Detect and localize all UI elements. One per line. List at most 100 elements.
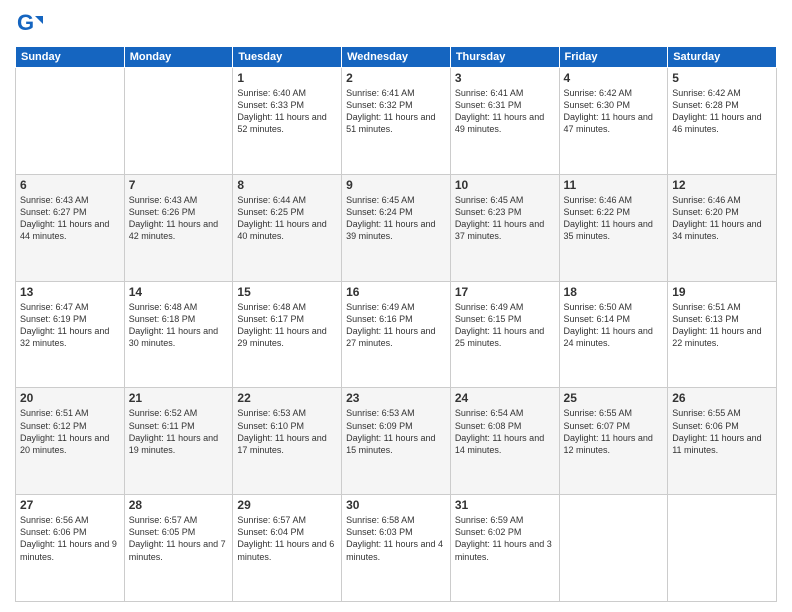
day-detail: Sunrise: 6:50 AM Sunset: 6:14 PM Dayligh… xyxy=(564,301,664,350)
day-cell: 6Sunrise: 6:43 AM Sunset: 6:27 PM Daylig… xyxy=(16,174,125,281)
day-number: 19 xyxy=(672,285,772,299)
day-cell: 24Sunrise: 6:54 AM Sunset: 6:08 PM Dayli… xyxy=(450,388,559,495)
day-detail: Sunrise: 6:51 AM Sunset: 6:12 PM Dayligh… xyxy=(20,407,120,456)
day-cell xyxy=(668,495,777,602)
day-number: 20 xyxy=(20,391,120,405)
day-number: 10 xyxy=(455,178,555,192)
day-detail: Sunrise: 6:52 AM Sunset: 6:11 PM Dayligh… xyxy=(129,407,229,456)
weekday-header-monday: Monday xyxy=(124,47,233,68)
day-number: 12 xyxy=(672,178,772,192)
day-detail: Sunrise: 6:41 AM Sunset: 6:31 PM Dayligh… xyxy=(455,87,555,136)
day-detail: Sunrise: 6:43 AM Sunset: 6:26 PM Dayligh… xyxy=(129,194,229,243)
day-number: 8 xyxy=(237,178,337,192)
day-detail: Sunrise: 6:45 AM Sunset: 6:23 PM Dayligh… xyxy=(455,194,555,243)
day-number: 2 xyxy=(346,71,446,85)
day-number: 30 xyxy=(346,498,446,512)
day-cell: 28Sunrise: 6:57 AM Sunset: 6:05 PM Dayli… xyxy=(124,495,233,602)
day-number: 11 xyxy=(564,178,664,192)
day-detail: Sunrise: 6:41 AM Sunset: 6:32 PM Dayligh… xyxy=(346,87,446,136)
day-cell: 7 Sunrise: 6:43 AM Sunset: 6:26 PM Daylig… xyxy=(124,174,233,281)
day-number: 31 xyxy=(455,498,555,512)
svg-text:G: G xyxy=(17,10,34,35)
day-cell: 22 Sunrise: 6:53 AM Sunset: 6:10 PM Dayli… xyxy=(233,388,342,495)
day-cell: 19 Sunrise: 6:51 AM Sunset: 6:13 PM Dayli… xyxy=(668,281,777,388)
day-number: 17 xyxy=(455,285,555,299)
day-detail: Sunrise: 6:45 AM Sunset: 6:24 PM Dayligh… xyxy=(346,194,446,243)
day-detail: Sunrise: 6:53 AM Sunset: 6:10 PM Dayligh… xyxy=(237,407,337,456)
day-detail: Sunrise: 6:42 AM Sunset: 6:28 PM Dayligh… xyxy=(672,87,772,136)
day-cell: 17Sunrise: 6:49 AM Sunset: 6:15 PM Dayli… xyxy=(450,281,559,388)
day-cell: 5 Sunrise: 6:42 AM Sunset: 6:28 PM Daylig… xyxy=(668,68,777,175)
day-cell: 8 Sunrise: 6:44 AM Sunset: 6:25 PM Daylig… xyxy=(233,174,342,281)
day-cell: 25 Sunrise: 6:55 AM Sunset: 6:07 PM Dayli… xyxy=(559,388,668,495)
day-cell: 21 Sunrise: 6:52 AM Sunset: 6:11 PM Dayli… xyxy=(124,388,233,495)
week-row-2: 6Sunrise: 6:43 AM Sunset: 6:27 PM Daylig… xyxy=(16,174,777,281)
day-number: 1 xyxy=(237,71,337,85)
day-number: 9 xyxy=(346,178,446,192)
day-cell: 23 Sunrise: 6:53 AM Sunset: 6:09 PM Dayli… xyxy=(342,388,451,495)
day-detail: Sunrise: 6:57 AM Sunset: 6:05 PM Dayligh… xyxy=(129,514,229,563)
calendar-page: G SundayMondayTuesdayWednesdayThursdayFr… xyxy=(0,0,792,612)
day-detail: Sunrise: 6:57 AM Sunset: 6:04 PM Dayligh… xyxy=(237,514,337,563)
day-detail: Sunrise: 6:54 AM Sunset: 6:08 PM Dayligh… xyxy=(455,407,555,456)
day-number: 15 xyxy=(237,285,337,299)
day-cell: 20 Sunrise: 6:51 AM Sunset: 6:12 PM Dayli… xyxy=(16,388,125,495)
day-number: 21 xyxy=(129,391,229,405)
logo-icon: G xyxy=(15,10,43,38)
day-number: 5 xyxy=(672,71,772,85)
day-detail: Sunrise: 6:44 AM Sunset: 6:25 PM Dayligh… xyxy=(237,194,337,243)
weekday-header-wednesday: Wednesday xyxy=(342,47,451,68)
day-number: 13 xyxy=(20,285,120,299)
day-detail: Sunrise: 6:51 AM Sunset: 6:13 PM Dayligh… xyxy=(672,301,772,350)
day-detail: Sunrise: 6:55 AM Sunset: 6:07 PM Dayligh… xyxy=(564,407,664,456)
day-number: 4 xyxy=(564,71,664,85)
week-row-4: 20 Sunrise: 6:51 AM Sunset: 6:12 PM Dayli… xyxy=(16,388,777,495)
weekday-header-friday: Friday xyxy=(559,47,668,68)
day-cell: 1 Sunrise: 6:40 AM Sunset: 6:33 PM Daylig… xyxy=(233,68,342,175)
day-detail: Sunrise: 6:48 AM Sunset: 6:18 PM Dayligh… xyxy=(129,301,229,350)
day-cell: 16Sunrise: 6:49 AM Sunset: 6:16 PM Dayli… xyxy=(342,281,451,388)
day-detail: Sunrise: 6:59 AM Sunset: 6:02 PM Dayligh… xyxy=(455,514,555,563)
day-cell: 11 Sunrise: 6:46 AM Sunset: 6:22 PM Dayli… xyxy=(559,174,668,281)
day-number: 29 xyxy=(237,498,337,512)
week-row-5: 27Sunrise: 6:56 AM Sunset: 6:06 PM Dayli… xyxy=(16,495,777,602)
day-cell: 15 Sunrise: 6:48 AM Sunset: 6:17 PM Dayli… xyxy=(233,281,342,388)
day-cell: 2 Sunrise: 6:41 AM Sunset: 6:32 PM Daylig… xyxy=(342,68,451,175)
weekday-header-saturday: Saturday xyxy=(668,47,777,68)
weekday-header-tuesday: Tuesday xyxy=(233,47,342,68)
day-cell: 10 Sunrise: 6:45 AM Sunset: 6:23 PM Dayli… xyxy=(450,174,559,281)
day-number: 3 xyxy=(455,71,555,85)
day-detail: Sunrise: 6:42 AM Sunset: 6:30 PM Dayligh… xyxy=(564,87,664,136)
day-number: 23 xyxy=(346,391,446,405)
day-cell xyxy=(16,68,125,175)
day-cell: 13 Sunrise: 6:47 AM Sunset: 6:19 PM Dayli… xyxy=(16,281,125,388)
day-cell: 29 Sunrise: 6:57 AM Sunset: 6:04 PM Dayli… xyxy=(233,495,342,602)
day-detail: Sunrise: 6:46 AM Sunset: 6:22 PM Dayligh… xyxy=(564,194,664,243)
day-number: 22 xyxy=(237,391,337,405)
day-number: 26 xyxy=(672,391,772,405)
day-number: 7 xyxy=(129,178,229,192)
day-detail: Sunrise: 6:56 AM Sunset: 6:06 PM Dayligh… xyxy=(20,514,120,563)
day-detail: Sunrise: 6:58 AM Sunset: 6:03 PM Dayligh… xyxy=(346,514,446,563)
logo: G xyxy=(15,10,47,38)
weekday-header-sunday: Sunday xyxy=(16,47,125,68)
day-detail: Sunrise: 6:46 AM Sunset: 6:20 PM Dayligh… xyxy=(672,194,772,243)
day-number: 16 xyxy=(346,285,446,299)
day-detail: Sunrise: 6:48 AM Sunset: 6:17 PM Dayligh… xyxy=(237,301,337,350)
day-cell: 9 Sunrise: 6:45 AM Sunset: 6:24 PM Daylig… xyxy=(342,174,451,281)
day-detail: Sunrise: 6:43 AM Sunset: 6:27 PM Dayligh… xyxy=(20,194,120,243)
weekday-header-thursday: Thursday xyxy=(450,47,559,68)
day-number: 25 xyxy=(564,391,664,405)
day-detail: Sunrise: 6:53 AM Sunset: 6:09 PM Dayligh… xyxy=(346,407,446,456)
day-cell xyxy=(559,495,668,602)
day-cell: 27Sunrise: 6:56 AM Sunset: 6:06 PM Dayli… xyxy=(16,495,125,602)
week-row-1: 1 Sunrise: 6:40 AM Sunset: 6:33 PM Daylig… xyxy=(16,68,777,175)
day-cell: 30 Sunrise: 6:58 AM Sunset: 6:03 PM Dayli… xyxy=(342,495,451,602)
calendar-table: SundayMondayTuesdayWednesdayThursdayFrid… xyxy=(15,46,777,602)
day-cell: 18Sunrise: 6:50 AM Sunset: 6:14 PM Dayli… xyxy=(559,281,668,388)
day-cell: 12 Sunrise: 6:46 AM Sunset: 6:20 PM Dayli… xyxy=(668,174,777,281)
day-detail: Sunrise: 6:40 AM Sunset: 6:33 PM Dayligh… xyxy=(237,87,337,136)
header: G xyxy=(15,10,777,38)
day-detail: Sunrise: 6:47 AM Sunset: 6:19 PM Dayligh… xyxy=(20,301,120,350)
day-cell: 31 Sunrise: 6:59 AM Sunset: 6:02 PM Dayli… xyxy=(450,495,559,602)
